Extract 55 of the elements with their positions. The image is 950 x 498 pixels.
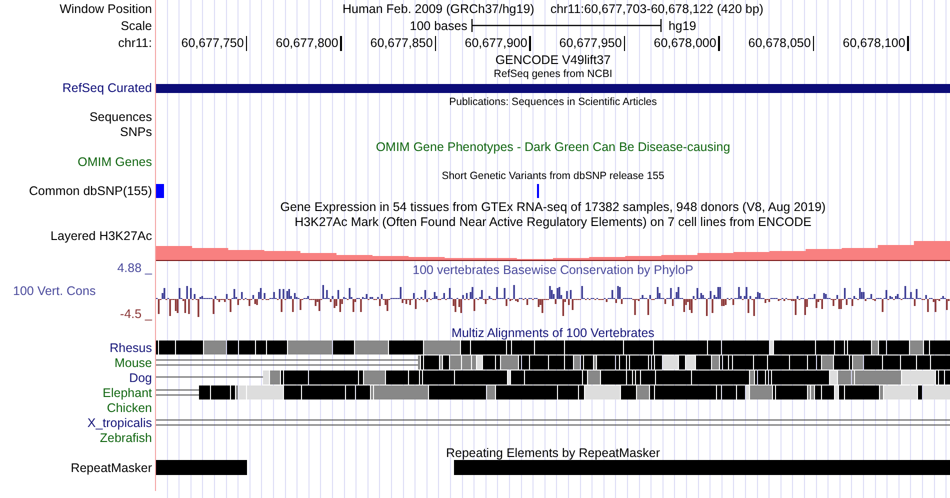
track-label[interactable]: OMIM Genes (78, 154, 152, 168)
ruler-tick (907, 36, 908, 50)
axis-max-label: 4.88 _ (117, 261, 152, 275)
ruler-tick (434, 36, 436, 50)
track-label[interactable]: Zebrafish (100, 430, 152, 444)
position-text: chr11:60,677,703-60,678,122 (420 bp) (550, 2, 764, 16)
ruler-label: 60,677,800 (276, 36, 338, 50)
track-title: RefSeq genes from NCBI (494, 68, 612, 80)
ruler-tick (529, 36, 530, 50)
track-title: Gene Expression in 54 tissues from GTEx RNA-seq of 17382 samples, 948 donors (V8, Aug 2019) (280, 200, 826, 214)
track-title: Publications: Sequences in Scientific Articles (449, 96, 657, 108)
scale-text: 100 bases (410, 18, 468, 32)
track-label[interactable]: RepeatMasker (70, 461, 152, 475)
track-title: Repeating Elements by RepeatMasker (446, 446, 660, 460)
track-title: Multiz Alignments of 100 Vertebrates (452, 326, 654, 340)
ruler-tick (624, 36, 625, 50)
ruler-label: 60,678,050 (748, 36, 811, 50)
gene-bar[interactable] (156, 84, 950, 92)
ruler-tick (812, 36, 814, 50)
ruler-tick (340, 36, 342, 50)
track-label[interactable]: Layered H3K27Ac (50, 229, 152, 243)
snp-mark[interactable] (156, 184, 164, 198)
track-title: H3K27Ac Mark (Often Found Near Active Regulatory Elements) on 7 cell lines from ENCODE (294, 214, 812, 228)
track-label[interactable]: Scale (120, 18, 152, 32)
track-label[interactable]: Mouse (114, 356, 152, 370)
ruler-label: 60,677,850 (370, 36, 433, 50)
axis-min-label: -4.5 _ (120, 307, 152, 321)
ruler-label: 60,678,100 (842, 36, 906, 50)
track-label[interactable]: Window Position (60, 2, 152, 16)
ruler-label: 60,677,900 (464, 36, 528, 50)
track-label[interactable]: Chicken (106, 400, 152, 414)
ruler-tick (246, 36, 247, 50)
track-label[interactable]: X_tropicalis (87, 416, 152, 430)
track-label[interactable]: RefSeq Curated (62, 81, 152, 95)
track-label[interactable]: SNPs (120, 124, 152, 138)
assembly-label: hg19 (668, 18, 696, 32)
ruler-label: 60,677,950 (559, 36, 622, 50)
track-label[interactable]: chr11: (118, 36, 152, 50)
track-title: 100 vertebrates Basewise Conservation by PhyloP (412, 263, 694, 277)
ruler-tick (718, 36, 720, 50)
track-label[interactable]: Dog (129, 370, 152, 384)
track-title: OMIM Gene Phenotypes - Dark Green Can Be Disease-causing (376, 140, 730, 154)
track-title: Short Genetic Variants from dbSNP release 155 (442, 170, 664, 182)
track-label[interactable]: Rhesus (110, 340, 152, 354)
repeat-element[interactable] (454, 460, 950, 475)
track-label[interactable]: Common dbSNP(155) (29, 184, 152, 198)
snp-mark[interactable] (537, 184, 539, 198)
ruler-label: 60,678,000 (654, 36, 716, 50)
track-label[interactable]: 100 Vert. Cons (13, 284, 96, 298)
ruler-label: 60,677,750 (181, 36, 244, 50)
track-label[interactable]: Sequences (89, 110, 152, 124)
track-label[interactable]: Elephant (102, 386, 152, 400)
assembly-title: Human Feb. 2009 (GRCh37/hg19) (342, 2, 534, 16)
repeat-element[interactable] (156, 460, 247, 475)
track-title: GENCODE V49lift37 (495, 52, 611, 66)
